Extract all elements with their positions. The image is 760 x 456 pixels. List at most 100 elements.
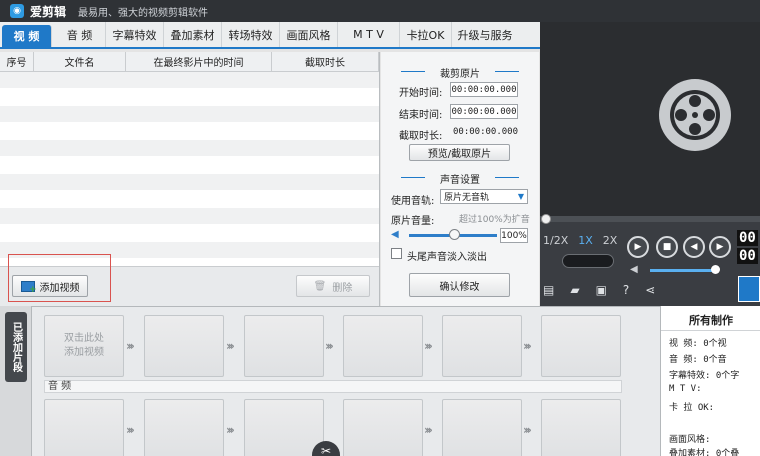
stats-style: 画面风格: bbox=[669, 435, 711, 445]
transition-arrow-icon: ››› bbox=[424, 423, 433, 437]
transition-arrow-icon: ››› bbox=[126, 339, 135, 353]
clip-slot[interactable] bbox=[442, 399, 522, 456]
audio-track-select[interactable]: 原片无音轨 ▼ bbox=[440, 189, 528, 204]
clip-slot[interactable] bbox=[541, 315, 621, 377]
table-row[interactable] bbox=[0, 157, 379, 174]
tab-picture-style[interactable]: 画面风格 bbox=[280, 22, 338, 47]
export-icon[interactable] bbox=[738, 276, 760, 302]
stats-karaoke: 卡 拉 OK: bbox=[669, 403, 715, 413]
play-icon[interactable]: ▶ bbox=[627, 236, 649, 258]
main-tab-bar: 视 频 音 频 字幕特效 叠加素材 转场特效 画面风格 M T V 卡拉OK 升… bbox=[0, 22, 540, 49]
tab-transition-effects[interactable]: 转场特效 bbox=[222, 22, 280, 47]
stats-audio: 音 频: 0个音 bbox=[669, 355, 727, 365]
chevron-down-icon: ▼ bbox=[517, 192, 524, 201]
clip-slot[interactable] bbox=[343, 399, 423, 456]
table-row[interactable] bbox=[0, 191, 379, 208]
clip-list-rows[interactable] bbox=[0, 72, 379, 266]
volume-slider-handle[interactable] bbox=[449, 229, 460, 240]
table-row[interactable] bbox=[0, 123, 379, 140]
help-icon[interactable]: ? bbox=[623, 283, 629, 297]
seek-bar[interactable] bbox=[540, 216, 760, 222]
tab-overlay-material[interactable]: 叠加素材 bbox=[164, 22, 222, 47]
speed-double[interactable]: 2X bbox=[603, 234, 618, 247]
open-folder-icon[interactable]: ▰ bbox=[570, 283, 579, 297]
player-volume-handle[interactable] bbox=[711, 265, 720, 274]
add-clip-text-1: 双击此处 bbox=[64, 333, 104, 344]
clip-slot[interactable] bbox=[144, 315, 224, 377]
add-clip-slot[interactable]: 双击此处 添加视频 bbox=[44, 315, 124, 377]
speed-half[interactable]: 1/2X bbox=[543, 234, 568, 247]
clip-slot[interactable] bbox=[343, 315, 423, 377]
audio-section-title: 声音设置 bbox=[381, 171, 539, 186]
film-reel-icon bbox=[659, 79, 731, 151]
next-frame-icon[interactable]: ▶ bbox=[709, 236, 731, 258]
player-volume-slider[interactable] bbox=[650, 269, 715, 272]
app-logo-icon: ◉ bbox=[10, 4, 24, 18]
prev-frame-icon[interactable]: ◀ bbox=[683, 236, 705, 258]
clip-slot[interactable] bbox=[44, 399, 124, 456]
confirm-button[interactable]: 确认修改 bbox=[409, 273, 510, 297]
tab-subtitle-effects[interactable]: 字幕特效 bbox=[106, 22, 164, 47]
clip-slot[interactable] bbox=[244, 399, 324, 456]
speed-normal[interactable]: 1X bbox=[578, 234, 593, 247]
end-time-label: 结束时间: bbox=[399, 110, 443, 121]
table-row[interactable] bbox=[0, 72, 379, 89]
table-row[interactable] bbox=[0, 140, 379, 157]
jog-wheel[interactable] bbox=[562, 254, 614, 268]
delete-label: 删除 bbox=[332, 282, 353, 294]
highlight-box bbox=[8, 254, 111, 302]
timeline-side-strip: 已添加片段 bbox=[0, 306, 32, 456]
start-time-label: 开始时间: bbox=[399, 88, 443, 99]
tab-karaoke[interactable]: 卡拉OK bbox=[400, 22, 452, 47]
fade-checkbox[interactable] bbox=[391, 248, 402, 259]
end-time-input[interactable]: 00:00:00.000 bbox=[450, 104, 518, 119]
fade-label: 头尾声音淡入淡出 bbox=[407, 252, 487, 263]
app-name: 爱剪辑 bbox=[30, 4, 67, 19]
save-icon[interactable]: ▣ bbox=[596, 283, 607, 297]
preview-trim-button[interactable]: 预览/截取原片 bbox=[409, 144, 510, 161]
clip-slot[interactable] bbox=[144, 399, 224, 456]
volume-input[interactable]: 100% bbox=[500, 228, 528, 243]
clip-list-header: 序号 文件名 在最终影片中的时间 截取时长 bbox=[0, 52, 379, 72]
audio-track-label-bar: 音 频 bbox=[44, 380, 622, 393]
video-preview[interactable] bbox=[540, 22, 760, 216]
tab-audio[interactable]: 音 频 bbox=[54, 22, 106, 47]
player-volume-icon: ◀ bbox=[630, 264, 638, 275]
scissors-icon[interactable]: ✂ bbox=[312, 441, 340, 456]
transition-arrow-icon: ››› bbox=[325, 339, 334, 353]
column-header-index: 序号 bbox=[0, 52, 34, 71]
seek-handle[interactable] bbox=[541, 214, 551, 224]
tab-mtv[interactable]: M T V bbox=[338, 22, 400, 47]
stop-icon[interactable]: ■ bbox=[656, 236, 678, 258]
speed-selector: 1/2X 1X 2X bbox=[543, 234, 617, 247]
trim-section-title: 裁剪原片 bbox=[381, 65, 539, 80]
add-clip-text-2: 添加视频 bbox=[64, 347, 104, 358]
clip-slot[interactable] bbox=[244, 315, 324, 377]
delete-button[interactable]: 🗑 删除 bbox=[296, 275, 370, 297]
speaker-icon: ◀ bbox=[391, 229, 399, 240]
transition-arrow-icon: ››› bbox=[523, 339, 532, 353]
table-row[interactable] bbox=[0, 89, 379, 106]
project-stats-panel: 所有制作 视 频: 0个视 音 频: 0个音 字幕特效: 0个字 M T V: … bbox=[660, 306, 760, 456]
app-slogan: 最易用、强大的视频剪辑软件 bbox=[78, 7, 209, 19]
transition-arrow-icon: ››› bbox=[126, 423, 135, 437]
new-file-icon[interactable]: ▤ bbox=[543, 283, 554, 297]
table-row[interactable] bbox=[0, 208, 379, 225]
tab-upgrade-service[interactable]: 升级与服务 bbox=[452, 22, 518, 47]
stats-overlay: 叠加素材: 0个叠 bbox=[669, 449, 740, 456]
transition-arrow-icon: ››› bbox=[523, 423, 532, 437]
audio-track-value: 原片无音轨 bbox=[444, 193, 490, 203]
table-row[interactable] bbox=[0, 106, 379, 123]
table-row[interactable] bbox=[0, 174, 379, 191]
tab-video[interactable]: 视 频 bbox=[2, 25, 52, 47]
column-header-final-time: 在最终影片中的时间 bbox=[126, 52, 272, 71]
share-icon[interactable]: ⋖ bbox=[645, 283, 655, 297]
timeline: 双击此处 添加视频 ››› ››› ››› ››› ››› 音 频 ››› ››… bbox=[32, 306, 660, 456]
stats-video: 视 频: 0个视 bbox=[669, 339, 727, 349]
clip-slot[interactable] bbox=[541, 399, 621, 456]
clip-slot[interactable] bbox=[442, 315, 522, 377]
table-row[interactable] bbox=[0, 225, 379, 242]
toolbar-icons: ▤ ▰ ▣ ? ⋖ bbox=[543, 283, 655, 297]
start-time-input[interactable]: 00:00:00.000 bbox=[450, 82, 518, 97]
volume-hint: 超过100%为扩音 bbox=[459, 215, 530, 225]
